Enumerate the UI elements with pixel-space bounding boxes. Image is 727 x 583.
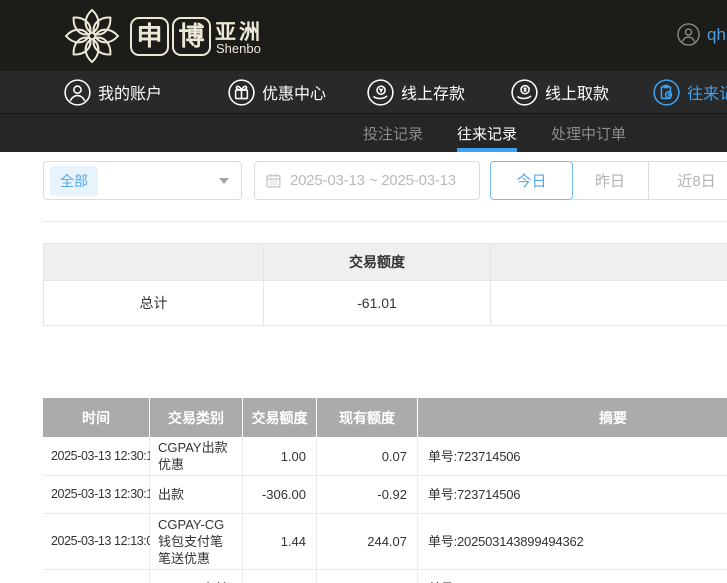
chevron-down-icon [219,178,229,184]
cell-balance: 242.63 [317,570,418,583]
top-header-bar: 申 博 亚洲 Shenbo qh [0,0,727,71]
tab-transaction-records[interactable]: 往来记录 [457,114,517,152]
yesterday-button[interactable]: 昨日 [572,161,649,200]
main-navigation: 我的账户 优惠中心 [0,71,727,113]
summary-header-empty [44,244,264,281]
cell-type: 出款 [150,476,243,514]
withdraw-icon [511,79,538,106]
brand-char-bo[interactable]: 博 [172,17,211,56]
cell-memo: 单号:202503143899494362 [418,514,727,570]
transaction-type-select[interactable]: 全部 [43,161,242,200]
date-range-input[interactable]: 2025-03-13 ~ 2025-03-13 [254,161,480,200]
summary-empty-cell [491,281,727,326]
cell-time: 2025-03-13 12:30:18 [43,476,150,514]
username-text[interactable]: qh [707,25,726,45]
cell-memo: 单号:723714506 [418,437,727,476]
nav-item-online-withdraw[interactable]: 线上取款 [511,79,609,106]
tab-betting-records[interactable]: 投注记录 [363,114,423,152]
transactions-table: 时间 交易类别 交易额度 现有额度 摘要 2025-03-13 12:30:18… [43,398,727,583]
table-row: 2025-03-13 12:30:18 出款 -306.00 -0.92 单号:… [43,476,727,514]
filter-divider [43,221,727,222]
quick-date-button-group: 今日 昨日 近8日 [490,161,727,200]
table-row: 2025-03-13 12:13:07 CGPAY支付 240.00 242.6… [43,570,727,583]
selected-type-chip[interactable]: 全部 [50,166,98,196]
nav-item-transaction-records[interactable]: 往来记录 [653,79,727,106]
cell-memo: 单号:723714506 [418,476,727,514]
summary-header-amount: 交易额度 [264,244,491,281]
cell-memo: 单号:202503143899494362 [418,570,727,583]
cell-time: 2025-03-13 12:13:07 [43,514,150,570]
cell-amount: 1.00 [243,437,317,476]
col-header-type: 交易类别 [150,398,243,437]
date-range-value: 2025-03-13 ~ 2025-03-13 [290,172,456,189]
nav-label: 线上取款 [545,80,609,104]
col-header-memo: 摘要 [418,398,727,437]
user-account-area[interactable]: qh [677,23,726,46]
cell-type: CGPAY-CG钱包支付笔笔送优惠 [150,514,243,570]
brand-char-shen[interactable]: 申 [130,17,169,56]
col-header-amount: 交易额度 [243,398,317,437]
gift-icon [228,79,255,106]
nav-label: 往来记录 [687,80,727,104]
summary-total-label: 总计 [44,281,264,326]
account-icon [64,79,91,106]
calendar-icon [265,172,282,189]
nav-label: 优惠中心 [262,80,326,104]
cell-amount: -306.00 [243,476,317,514]
cell-amount: 240.00 [243,570,317,583]
cell-type: CGPAY支付 [150,570,243,583]
brand-flower-icon[interactable] [62,6,122,66]
nav-label: 线上存款 [401,80,465,104]
summary-total-row: 总计 -61.01 [44,281,727,326]
table-row: 2025-03-13 12:13:07 CGPAY-CG钱包支付笔笔送优惠 1.… [43,514,727,570]
user-avatar-icon [677,23,700,46]
nav-item-promotions[interactable]: 优惠中心 [228,79,326,106]
nav-item-online-deposit[interactable]: 线上存款 [367,79,465,106]
col-header-time: 时间 [43,398,150,437]
cell-time: 2025-03-13 12:30:18 [43,437,150,476]
col-header-balance: 现有额度 [317,398,418,437]
summary-header-row: 交易额度 [44,244,727,281]
records-tab-bar: 投注记录 往来记录 处理中订单 [0,113,727,152]
records-icon [653,79,680,106]
summary-table: 交易额度 总计 -61.01 [43,243,727,326]
cell-time: 2025-03-13 12:13:07 [43,570,150,583]
cell-balance: 244.07 [317,514,418,570]
last-8-days-button[interactable]: 近8日 [649,161,727,200]
summary-header-empty-right [491,244,727,281]
nav-item-my-account[interactable]: 我的账户 [64,79,162,106]
brand-name-en: Shenbo [216,41,261,56]
deposit-icon [367,79,394,106]
transaction-records-page: 申 博 亚洲 Shenbo qh 我的账 [0,0,727,583]
summary-total-amount: -61.01 [264,281,491,326]
cell-amount: 1.44 [243,514,317,570]
table-header-row: 时间 交易类别 交易额度 现有额度 摘要 [43,398,727,437]
today-button[interactable]: 今日 [490,161,573,200]
tab-pending-orders[interactable]: 处理中订单 [551,114,626,152]
cell-type: CGPAY出款优惠 [150,437,243,476]
cell-balance: 0.07 [317,437,418,476]
table-row: 2025-03-13 12:30:18 CGPAY出款优惠 1.00 0.07 … [43,437,727,476]
cell-balance: -0.92 [317,476,418,514]
nav-label: 我的账户 [98,80,162,104]
